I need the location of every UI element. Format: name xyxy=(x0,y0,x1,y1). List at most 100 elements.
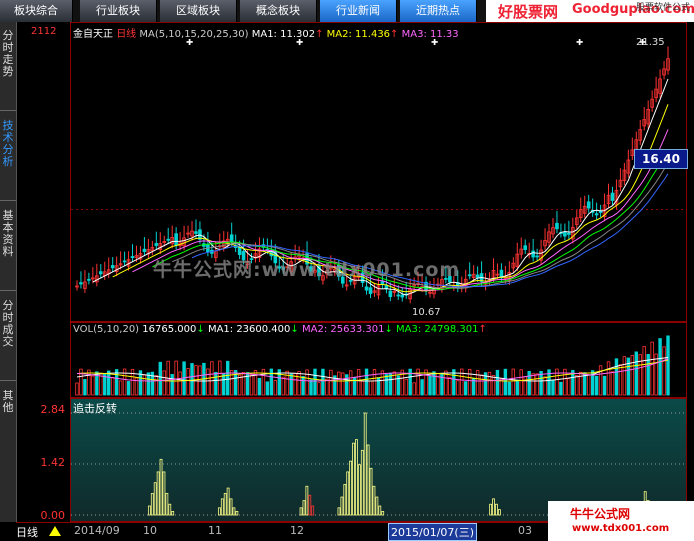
volume-bar xyxy=(158,361,162,396)
volume-bar xyxy=(210,361,214,396)
sidebar-divider xyxy=(0,290,16,291)
indicator-bar xyxy=(363,412,367,516)
volume-bar xyxy=(186,368,190,396)
price-tag: 16.40 xyxy=(634,149,688,169)
volume-bar xyxy=(456,380,460,396)
volume-bar xyxy=(313,368,317,396)
volume-bar xyxy=(348,370,353,396)
sidebar-tab-technical[interactable]: 技术分析 xyxy=(0,120,16,168)
volume-bar xyxy=(178,371,182,396)
volume-bar xyxy=(654,353,658,396)
volume-bar xyxy=(305,369,309,396)
indicator-bar xyxy=(343,484,347,516)
volume-bar xyxy=(297,371,301,396)
candle-body xyxy=(79,282,83,285)
volume-bar xyxy=(142,374,147,396)
indicator-bar xyxy=(495,503,498,516)
volume-bar xyxy=(126,381,131,396)
volume-bar xyxy=(83,379,87,396)
sidebar-tab-intraday[interactable]: 分时走势 xyxy=(0,30,16,78)
volume-bar xyxy=(107,370,111,396)
indicator-bar xyxy=(369,467,373,516)
indicator-bar xyxy=(159,458,163,516)
indicator-bar xyxy=(217,507,221,516)
candle-body xyxy=(130,256,135,259)
date-label: 2014/09 xyxy=(74,524,120,537)
sidebar-tab-other[interactable]: 其他 xyxy=(0,390,16,414)
volume-bar xyxy=(154,375,159,396)
tab-region-sector[interactable]: 区域板块 xyxy=(160,0,237,22)
tab-sector-overview[interactable]: 板块综合 xyxy=(0,0,73,22)
volume-bar xyxy=(511,368,516,396)
brand-logo: 好股票网 Goodgupiao.com 股票软件公式 xyxy=(486,0,694,22)
volume-panel[interactable]: VOL(5,10,20) 16765.000↓ MA1: 23600.400↓ … xyxy=(70,322,687,398)
tick-label: 2.84 xyxy=(40,403,66,416)
sidebar-tab-fundamentals[interactable]: 基本资料 xyxy=(0,210,16,258)
period-triangle-icon[interactable] xyxy=(49,526,61,536)
candle-body xyxy=(194,231,198,234)
tab-recent-hot[interactable]: 近期热点 xyxy=(400,0,477,22)
volume-bar xyxy=(269,368,274,396)
volume-bar xyxy=(412,382,416,396)
sidebar-divider xyxy=(0,380,16,381)
volume-bar xyxy=(420,379,424,396)
indicator-bar xyxy=(232,507,236,516)
indicator-bar xyxy=(220,498,224,516)
indicator-bar xyxy=(355,439,358,516)
sidebar-divider xyxy=(0,200,16,201)
volume-bar xyxy=(360,380,365,396)
brand-name: 好股票网 xyxy=(498,3,559,21)
volume-bar xyxy=(257,377,262,396)
volume-bar xyxy=(222,373,226,396)
signal-marker: ✚ xyxy=(296,34,303,48)
tab-concept-sector[interactable]: 概念板块 xyxy=(240,0,317,22)
indicator-bar xyxy=(357,464,361,516)
indicator-bar xyxy=(346,471,350,516)
sidebar-tab-trades[interactable]: 分时成交 xyxy=(0,300,16,348)
candle-body xyxy=(567,232,571,235)
volume-bar xyxy=(273,380,278,396)
brand-tagline: 股票软件公式 xyxy=(635,3,690,13)
volume-bar xyxy=(602,375,607,396)
tab-industry-sector[interactable]: 行业板块 xyxy=(80,0,157,22)
indicator-bar xyxy=(302,500,306,516)
signal-marker: ✚ xyxy=(186,34,193,48)
sidebar-divider xyxy=(0,110,16,111)
volume-chart xyxy=(75,335,670,396)
indicator-bar xyxy=(492,498,495,516)
candle-body xyxy=(154,243,159,246)
indicator-bar xyxy=(366,444,370,516)
indicator-bar xyxy=(311,505,315,516)
cursor-date-box: 2015/01/07(三) xyxy=(388,523,477,541)
indicator-bar xyxy=(147,505,151,516)
volume-bar xyxy=(325,378,329,396)
indicator-bar xyxy=(378,505,382,516)
volume-bar xyxy=(507,381,512,396)
indicator-bar xyxy=(352,442,355,516)
tab-industry-news[interactable]: 行业新闻 xyxy=(320,0,397,22)
indicator-bar xyxy=(229,498,233,516)
period-switch[interactable]: 日线 xyxy=(16,524,38,540)
price-chart-panel[interactable]: 金自天正 日线 MA(5,10,15,20,25,30) MA1: 11.302… xyxy=(70,22,688,322)
indicator-bar xyxy=(305,485,309,516)
candle-body xyxy=(110,265,115,269)
candle-body xyxy=(535,255,539,258)
volume-bar xyxy=(535,373,539,396)
indicator-bar xyxy=(372,485,376,516)
volume-bar xyxy=(341,372,345,396)
indicator-bar xyxy=(223,493,227,516)
volume-bar xyxy=(598,365,603,396)
volume-bar xyxy=(424,369,428,396)
volume-bar xyxy=(309,379,313,396)
volume-bar xyxy=(364,368,369,396)
volume-bar xyxy=(404,378,408,396)
candle-body xyxy=(364,286,369,291)
volume-bar xyxy=(658,338,662,396)
footer-url: www.tdx001.com xyxy=(572,523,670,534)
volume-bar xyxy=(630,354,635,396)
volume-bar xyxy=(190,363,194,396)
volume-bar xyxy=(329,369,333,396)
volume-bar xyxy=(337,371,341,396)
volume-bar xyxy=(380,370,385,396)
indicator-bar xyxy=(360,449,364,516)
